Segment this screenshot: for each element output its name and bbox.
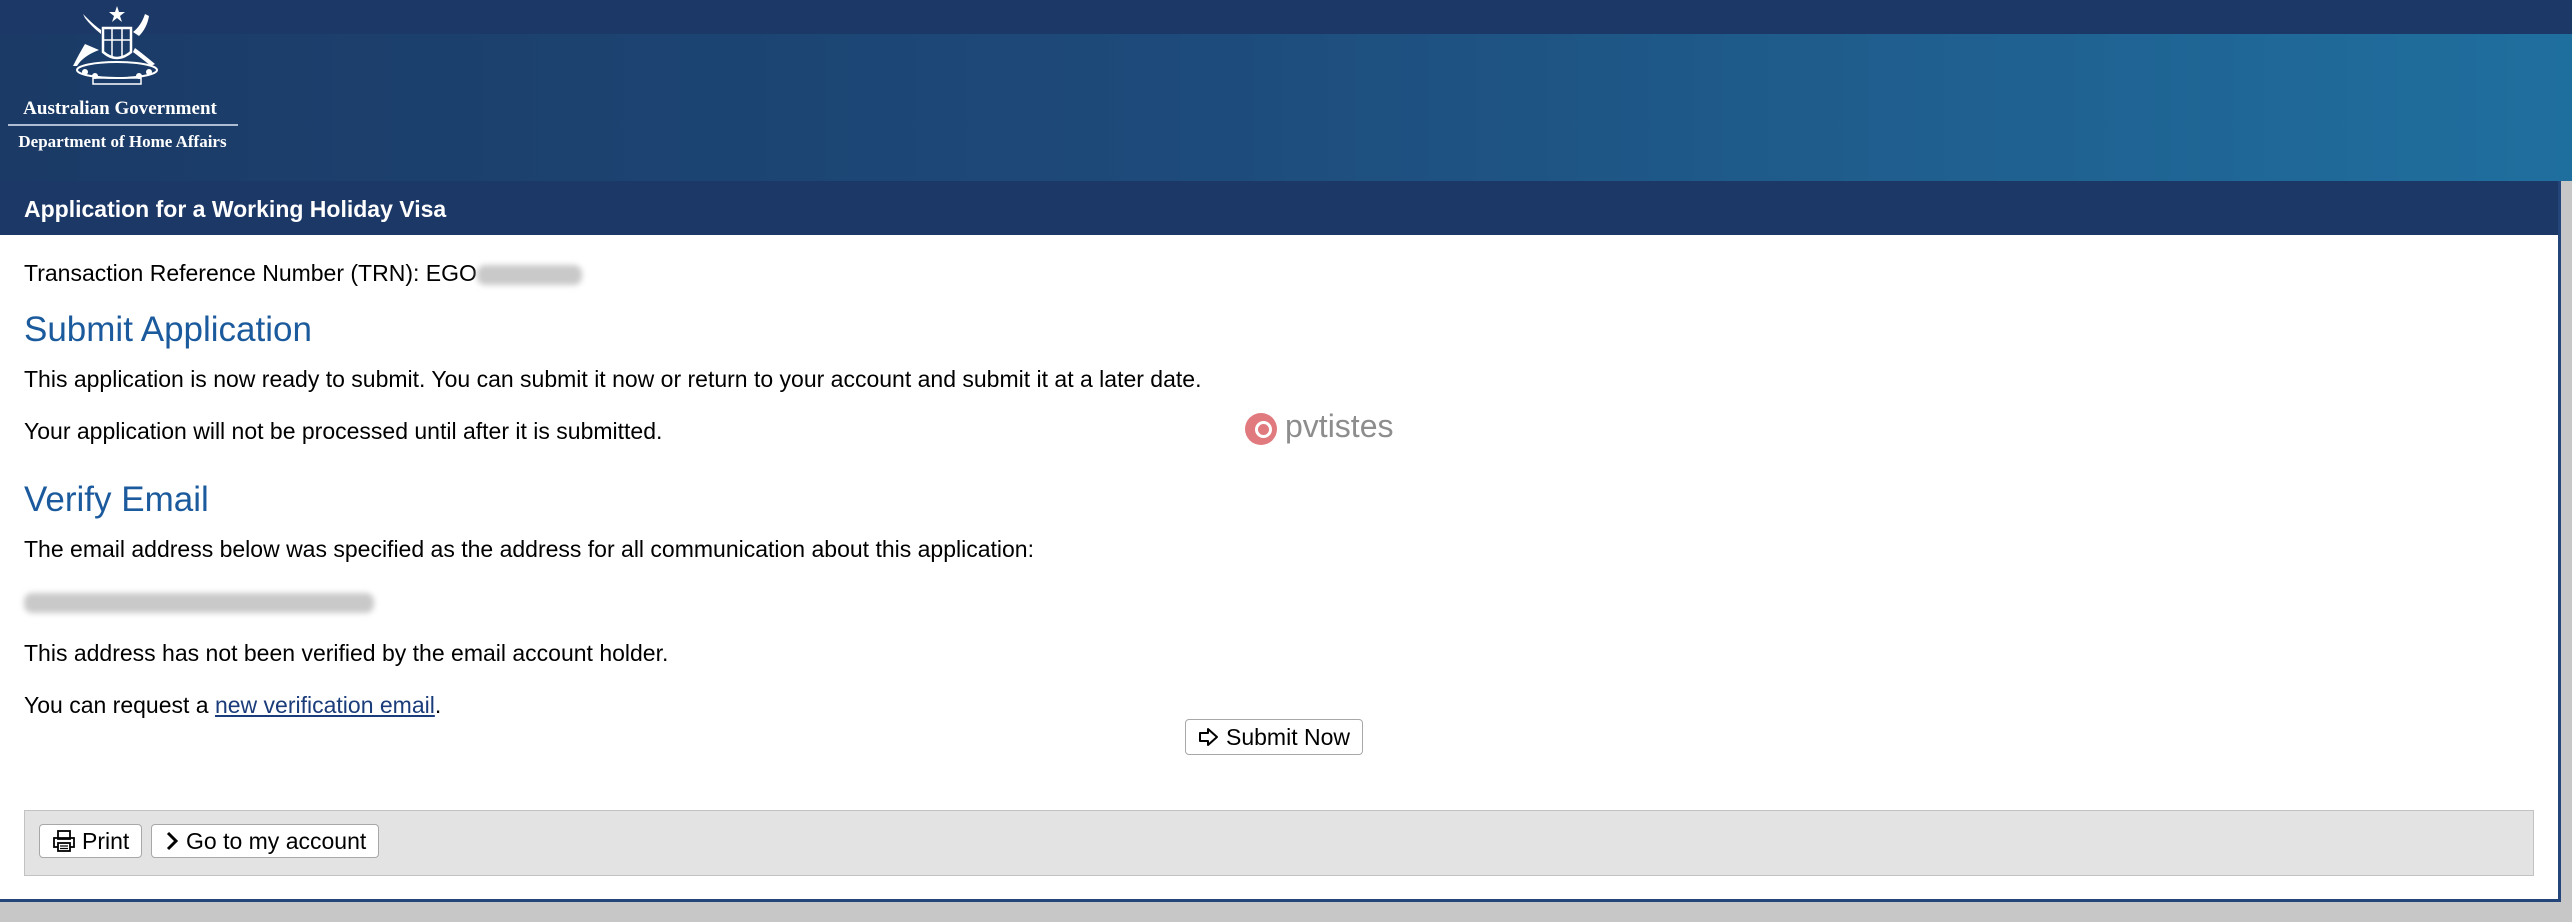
printer-icon — [53, 830, 75, 852]
pvtistes-logo-icon — [1245, 412, 1277, 445]
watermark-text: pvtistes — [1285, 408, 1394, 444]
verify-email-heading: Verify Email — [24, 480, 209, 519]
trn-label: Transaction Reference Number (TRN): EGO — [24, 260, 477, 286]
bottom-toolbar: Print Go to my account — [24, 810, 2534, 876]
submit-info-line-2: Your application will not be processed u… — [24, 418, 663, 444]
header-banner: Australian Government Department of Home… — [0, 0, 2572, 181]
go-to-my-account-button[interactable]: Go to my account — [151, 824, 380, 858]
submit-application-heading: Submit Application — [24, 310, 312, 349]
submit-info-line-1: This application is now ready to submit.… — [24, 366, 1202, 392]
government-name: Australian Government — [23, 98, 217, 119]
new-verification-email-link[interactable]: new verification email — [215, 692, 435, 718]
right-page-edge — [2561, 181, 2572, 922]
email-blur — [24, 592, 374, 613]
submit-now-label: Submit Now — [1226, 723, 1350, 750]
header-top-band — [0, 0, 2572, 34]
request-verification-line: You can request a new verification email… — [24, 692, 441, 719]
arrow-right-icon — [1199, 728, 1218, 746]
page-title-bar: Application for a Working Holiday Visa — [0, 181, 2558, 235]
main-panel: Application for a Working Holiday Visa T… — [0, 181, 2561, 902]
not-verified-message: This address has not been verified by th… — [24, 640, 669, 666]
department-name: Department of Home Affairs — [18, 132, 227, 151]
page-title: Application for a Working Holiday Visa — [24, 196, 447, 222]
government-logo: Australian Government Department of Home… — [0, 4, 245, 154]
email-address-redacted — [24, 588, 374, 615]
request-suffix: . — [434, 692, 442, 718]
australian-coat-of-arms-icon — [73, 6, 158, 85]
go-to-my-account-label: Go to my account — [186, 827, 367, 854]
logo-divider — [8, 124, 238, 126]
watermark: pvtistes — [1245, 408, 1393, 448]
trn-line: Transaction Reference Number (TRN): EGO — [24, 260, 582, 287]
print-button[interactable]: Print — [39, 824, 143, 858]
verify-email-intro: The email address below was specified as… — [24, 536, 1034, 562]
print-label: Print — [82, 827, 130, 854]
chevron-right-icon — [166, 831, 179, 851]
submit-now-button[interactable]: Submit Now — [1185, 719, 1363, 755]
request-prefix: You can request a — [24, 692, 215, 718]
trn-value-redacted — [476, 264, 582, 285]
bottom-page-edge — [0, 902, 2572, 922]
